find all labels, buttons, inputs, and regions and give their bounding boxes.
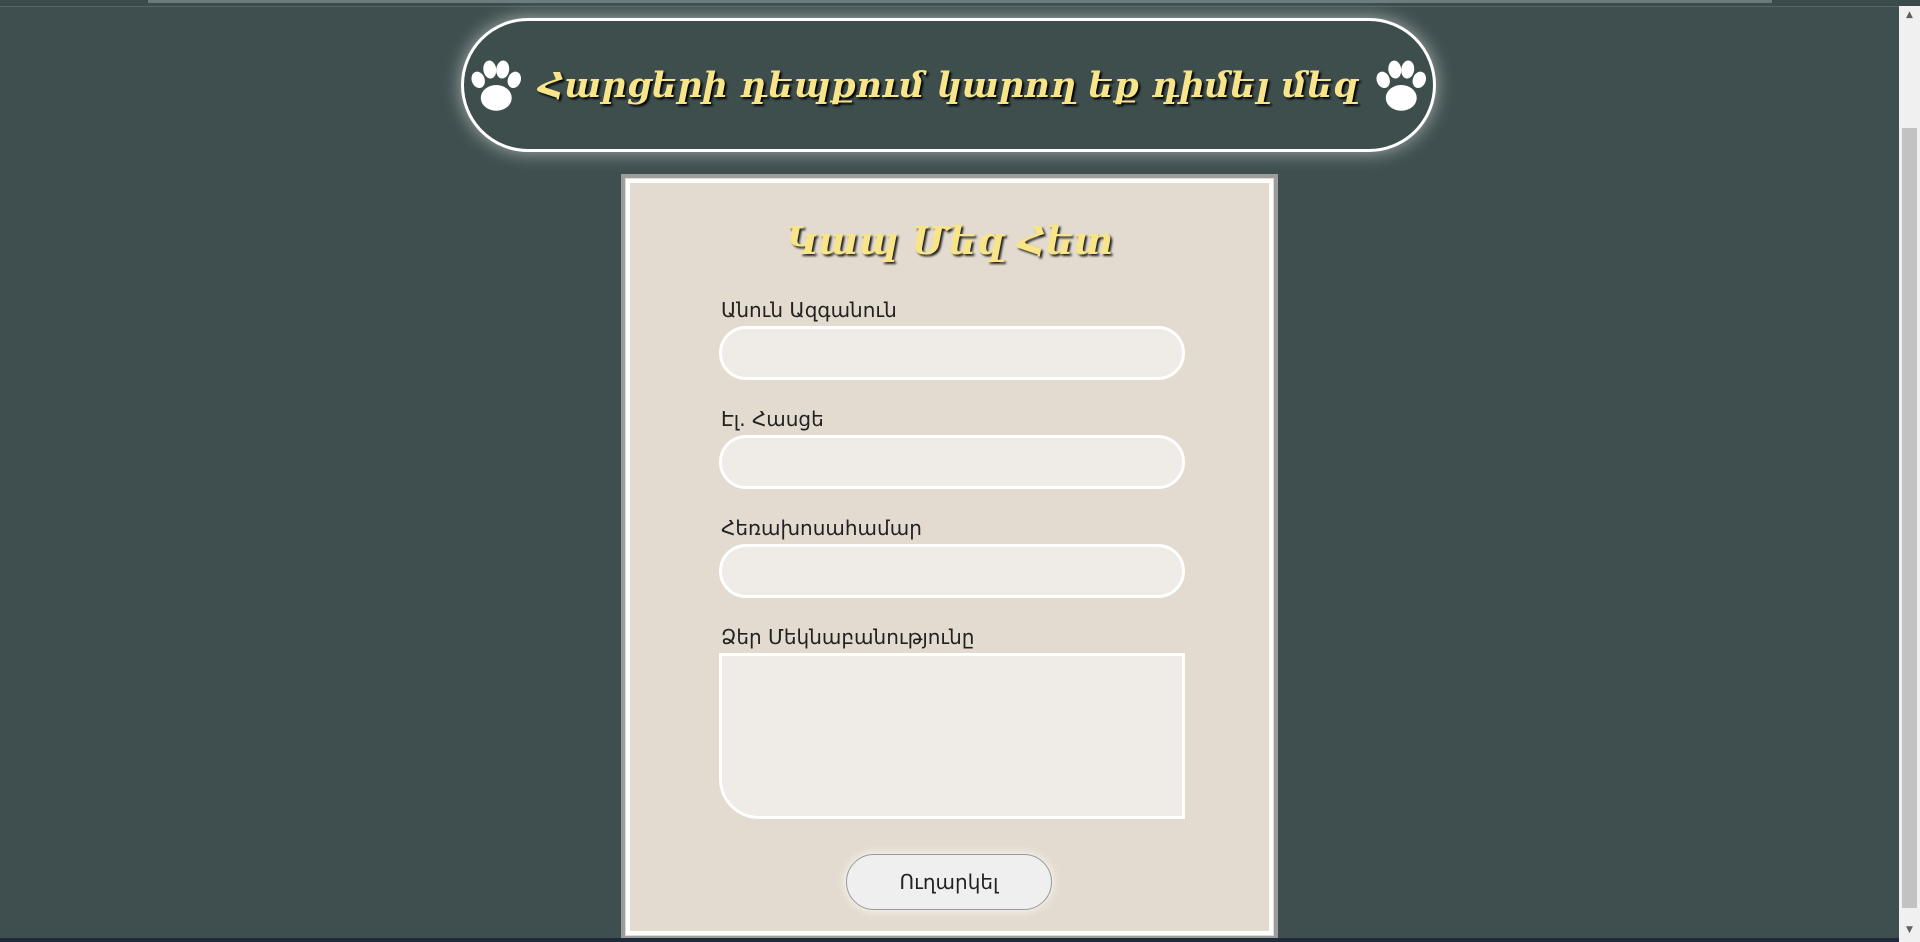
contact-banner: Հարցերի դեպքում կարող եք դիմել մեզ (461, 18, 1436, 152)
submit-button[interactable]: Ուղարկել (846, 854, 1052, 910)
contact-form: Կապ Մեզ Հետ Անուն Ազգանուն Էլ. Հասցե Հեռ… (621, 174, 1278, 940)
email-label: Էլ. Հասցե (721, 407, 824, 431)
phone-input[interactable] (719, 544, 1185, 598)
full-name-input[interactable] (719, 326, 1185, 380)
scrollbar-thumb[interactable] (1902, 128, 1917, 908)
phone-label: Հեռախոսահամար (721, 516, 922, 540)
full-name-label: Անուն Ազգանուն (721, 298, 897, 322)
paw-icon (1375, 60, 1426, 111)
comment-label: Ձեր Մեկնաբանությունը (721, 625, 975, 649)
page: Հարցերի դեպքում կարող եք դիմել մեզ Կապ Մ… (0, 0, 1920, 942)
browser-top-edge (0, 0, 1920, 7)
scroll-up-arrow-icon[interactable]: ▲ (1899, 6, 1920, 23)
vertical-scrollbar[interactable]: ▲ ▼ (1899, 6, 1920, 942)
bottom-edge (0, 938, 1899, 942)
paw-icon (471, 60, 522, 111)
form-title: Կապ Մեզ Հետ (786, 218, 1113, 263)
scroll-down-arrow-icon[interactable]: ▼ (1899, 921, 1920, 938)
email-input[interactable] (719, 435, 1185, 489)
banner-text: Հարցերի դեպքում կարող եք դիմել մեզ (538, 64, 1359, 106)
comment-textarea[interactable] (719, 653, 1185, 819)
top-edge-strip (148, 0, 1772, 3)
